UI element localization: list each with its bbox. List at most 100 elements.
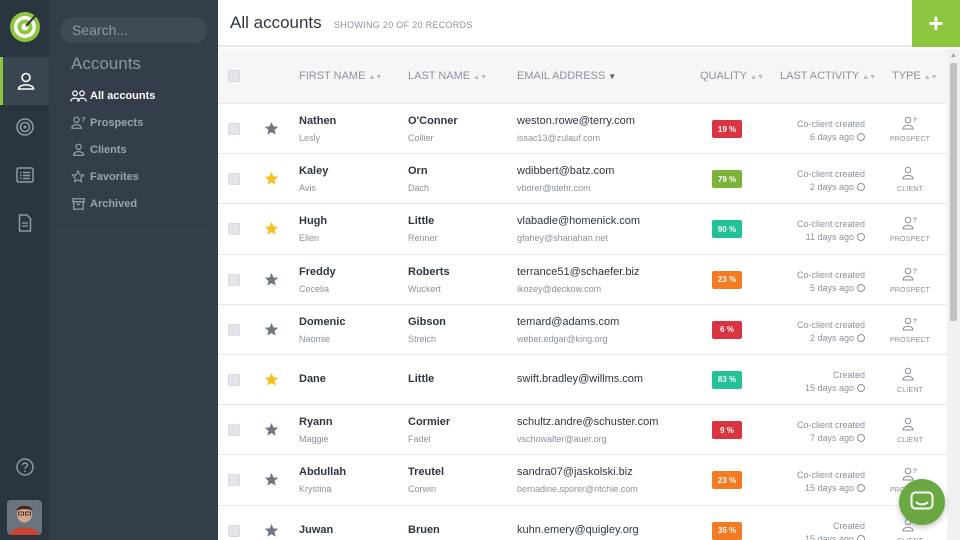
last-activity: Co-client created 7 days ago — [797, 419, 865, 445]
email-address-secondary[interactable]: vschowalter@auer.org — [517, 434, 607, 444]
rail-accounts[interactable] — [0, 57, 49, 105]
first-name-secondary: Avis — [299, 183, 316, 194]
clock-icon — [857, 133, 865, 141]
column-last-name[interactable]: LAST NAME ▲▼ — [408, 70, 487, 82]
email-address-secondary[interactable]: ikozey@deckow.com — [517, 284, 601, 294]
table-row[interactable]: Abdullah Krystina Treutel Corwin sandra0… — [218, 455, 947, 506]
first-name: Dane — [299, 372, 326, 385]
email-address[interactable]: vlabadie@homenick.com — [517, 215, 640, 227]
email-address-secondary[interactable]: gfahey@shanahan.net — [517, 233, 608, 243]
table-row[interactable]: Hugh Ellen Little Renner vlabadie@homeni… — [218, 204, 947, 255]
activity-time: 2 days ago — [797, 332, 865, 345]
quality-badge: 19 % — [712, 120, 742, 138]
first-name: Ryann — [299, 416, 333, 429]
scroll-up-arrow[interactable]: ▲ — [950, 52, 957, 59]
last-name-secondary: Dach — [408, 183, 430, 194]
favorite-star-icon[interactable] — [264, 372, 279, 387]
first-name: Abdullah — [299, 466, 347, 479]
email-address-secondary[interactable]: issac13@zulauf.com — [517, 133, 600, 143]
avatar[interactable] — [7, 500, 42, 535]
scrollbar[interactable]: ▲ — [947, 49, 960, 540]
email-address[interactable]: swift.bradley@willms.com — [517, 373, 643, 385]
column-first-name[interactable]: FIRST NAME ▲▼ — [299, 70, 382, 82]
favorite-star-icon[interactable] — [264, 472, 279, 487]
target-logo-icon — [9, 12, 40, 42]
rail-documents[interactable] — [0, 199, 49, 247]
rail-help[interactable] — [0, 443, 49, 491]
email-address-secondary[interactable]: vborer@stehr.com — [517, 183, 591, 193]
row-checkbox[interactable] — [228, 323, 240, 336]
activity-text: Co-client created — [796, 319, 865, 330]
email-address[interactable]: temard@adams.com — [517, 316, 619, 328]
favorite-star-icon[interactable] — [264, 322, 279, 337]
list-icon — [15, 167, 34, 183]
table-row[interactable]: Kaley Avis Orn Dach wdibbert@batz.com vb… — [218, 154, 947, 205]
search-input[interactable] — [60, 17, 207, 43]
row-checkbox[interactable] — [228, 173, 240, 186]
sidebar-item-prospects[interactable]: ? Prospects — [69, 109, 209, 136]
favorite-star-icon[interactable] — [264, 171, 279, 186]
svg-text:?: ? — [81, 117, 85, 124]
table-row[interactable]: Dane Little swift.bradley@willms.com 83 … — [218, 355, 947, 406]
email-address-secondary[interactable]: bernadine.sporer@ritchie.com — [517, 484, 638, 494]
row-checkbox[interactable] — [228, 524, 240, 537]
table-row[interactable]: Nathen Lesly O'Conner Collier weston.row… — [218, 104, 947, 155]
activity-text: Co-client created — [796, 269, 865, 280]
first-name: Freddy — [299, 265, 336, 278]
table-row[interactable]: Juwan Bruen kuhn.emery@quigley.org 35 % … — [218, 506, 947, 540]
column-quality[interactable]: QUALITY ▲▼ — [700, 70, 764, 82]
last-activity: Co-client created 2 days ago — [797, 168, 865, 194]
email-address[interactable]: wdibbert@batz.com — [517, 165, 614, 177]
chat-button[interactable] — [899, 479, 945, 525]
clock-icon — [857, 333, 865, 342]
email-address[interactable]: schultz.andre@schuster.com — [517, 416, 658, 428]
row-checkbox[interactable] — [228, 123, 240, 135]
last-name: O'Conner — [408, 115, 458, 127]
sidebar-nav: All accounts ? Prospects Clients Favorit… — [69, 82, 209, 217]
svg-text:?: ? — [913, 217, 917, 224]
email-address[interactable]: terrance51@schaefer.biz — [517, 266, 639, 278]
column-type[interactable]: TYPE ▲▼ — [892, 70, 938, 82]
column-email[interactable]: EMAIL ADDRESS ▼ — [517, 70, 616, 82]
favorite-star-icon[interactable] — [264, 422, 279, 437]
favorite-star-icon[interactable] — [264, 272, 279, 287]
email-address[interactable]: weston.rowe@terry.com — [517, 115, 635, 127]
last-name-secondary: Streich — [408, 333, 437, 344]
sidebar-item-archived[interactable]: Archived — [69, 190, 209, 217]
scroll-thumb[interactable] — [950, 63, 957, 321]
clock-icon — [857, 434, 865, 443]
user-question-icon: ? — [69, 116, 87, 130]
sidebar-item-clients[interactable]: Clients — [69, 136, 209, 163]
select-all-checkbox[interactable] — [228, 70, 240, 82]
row-checkbox[interactable] — [228, 223, 240, 236]
table-row[interactable]: Domenic Naomie Gibson Streich temard@ada… — [218, 305, 947, 355]
favorite-star-icon[interactable] — [264, 221, 279, 236]
sort-icon: ▲▼ — [368, 74, 383, 81]
email-address[interactable]: sandra07@jaskolski.biz — [517, 466, 633, 478]
rail-list[interactable] — [0, 151, 49, 199]
user-question-icon: ? — [902, 217, 917, 230]
row-checkbox[interactable] — [228, 273, 240, 286]
sidebar-item-favorites[interactable]: Favorites — [69, 163, 209, 190]
email-address[interactable]: kuhn.emery@quigley.org — [517, 524, 639, 536]
favorite-star-icon[interactable] — [264, 523, 279, 538]
activity-time: 15 days ago — [797, 482, 865, 495]
column-last-activity[interactable]: LAST ACTIVITY ▲▼ — [780, 70, 876, 82]
rail-targets[interactable] — [0, 103, 49, 151]
sort-icon: ▲▼ — [862, 74, 877, 81]
activity-text: Created — [832, 520, 865, 531]
table-row[interactable]: Ryann Maggie Cormier Fadel schultz.andre… — [218, 405, 947, 456]
row-checkbox[interactable] — [228, 474, 240, 487]
sidebar-item-all-accounts[interactable]: All accounts — [69, 82, 209, 109]
add-account-button[interactable]: + — [912, 0, 960, 47]
user-icon — [17, 72, 35, 90]
row-checkbox[interactable] — [228, 373, 240, 386]
account-type: CLIENT — [886, 417, 934, 444]
table-row[interactable]: Freddy Cecelia Roberts Wuckert terrance5… — [218, 255, 947, 305]
last-activity: Co-client created 15 days ago — [797, 469, 865, 495]
email-address-secondary[interactable]: weber.edgar@king.org — [517, 334, 608, 344]
app-logo[interactable] — [6, 6, 43, 46]
row-checkbox[interactable] — [228, 424, 240, 437]
activity-text: Co-client created — [796, 169, 865, 180]
favorite-star-icon[interactable] — [264, 121, 279, 136]
